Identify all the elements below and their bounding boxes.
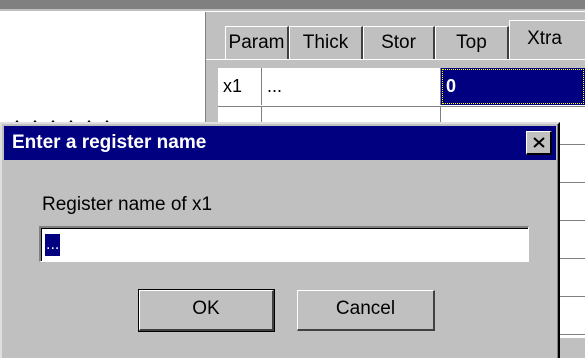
- ok-button[interactable]: OK: [138, 289, 275, 332]
- dialog-titlebar[interactable]: Enter a register name: [4, 126, 556, 160]
- input-text: ...: [45, 234, 61, 256]
- dialog-title: Enter a register name: [12, 132, 207, 153]
- tab-baseline: [206, 59, 585, 60]
- close-icon: [532, 137, 545, 148]
- tab-xtra[interactable]: Xtra: [509, 20, 585, 60]
- top-strip: [0, 0, 585, 9]
- dialog-prompt: Register name of x1: [42, 194, 213, 215]
- tab-stor[interactable]: Stor: [363, 26, 435, 60]
- cancel-button[interactable]: Cancel: [297, 290, 435, 331]
- tab-top[interactable]: Top: [435, 26, 509, 60]
- register-name-input[interactable]: ...: [39, 226, 529, 262]
- row-name-cell[interactable]: x1: [218, 68, 262, 105]
- tab-param[interactable]: Param: [225, 26, 289, 60]
- row-label-cell[interactable]: ...: [262, 68, 441, 105]
- table-row[interactable]: x1... 0: [218, 68, 585, 107]
- row-value-cell[interactable]: 0: [441, 68, 585, 105]
- close-button[interactable]: [526, 131, 552, 155]
- tab-thick[interactable]: Thick: [289, 26, 363, 60]
- register-name-dialog: Enter a register name Register name of x…: [0, 122, 560, 358]
